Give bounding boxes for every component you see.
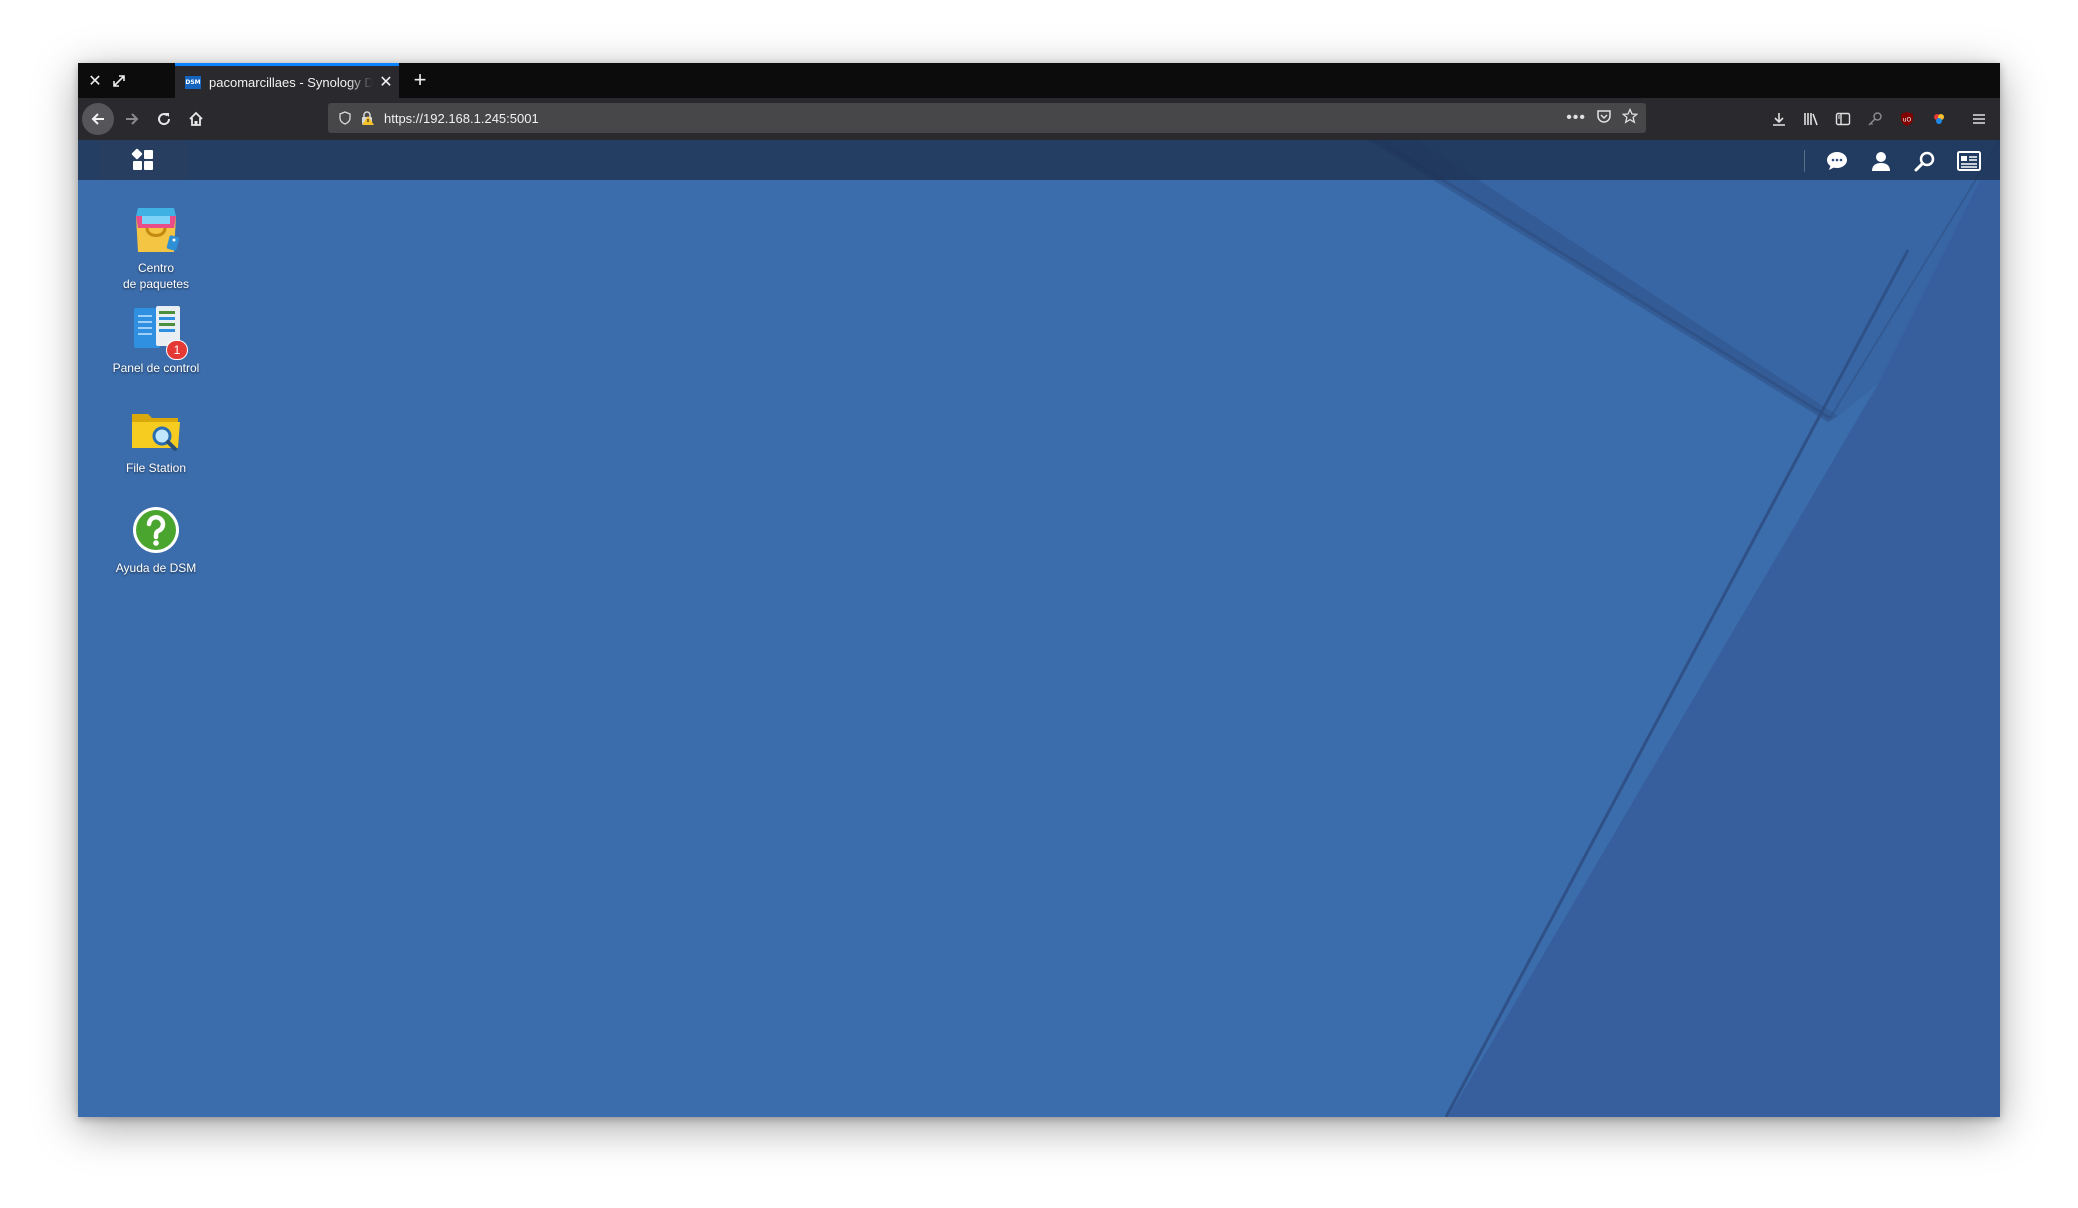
wallpaper bbox=[78, 140, 2000, 1117]
desktop-icon-file-station[interactable]: File Station bbox=[96, 402, 216, 476]
dsm-taskbar bbox=[78, 140, 2000, 180]
search-icon[interactable] bbox=[1910, 146, 1940, 176]
dsm-favicon-icon: DSM bbox=[185, 75, 201, 89]
url-bar[interactable]: https://192.168.1.245:5001 ••• bbox=[328, 103, 1646, 133]
new-tab-plus-icon[interactable]: + bbox=[405, 65, 435, 95]
package-center-icon bbox=[128, 202, 184, 258]
library-icon[interactable] bbox=[1800, 108, 1822, 130]
bookmark-star-icon[interactable] bbox=[1621, 107, 1639, 129]
hamburger-menu-icon[interactable] bbox=[1968, 108, 1990, 130]
tab-strip: ✕ DSM pacomarcillaes - Synology DiskStat… bbox=[78, 63, 2000, 98]
forward-arrow-icon[interactable] bbox=[116, 103, 148, 135]
main-menu-grid-icon[interactable] bbox=[98, 140, 188, 180]
tab-active[interactable]: DSM pacomarcillaes - Synology DiskStatio… bbox=[175, 63, 399, 98]
back-arrow-icon[interactable] bbox=[82, 103, 114, 135]
notification-badge: 1 bbox=[166, 340, 188, 360]
desktop-icon-label: Ayuda de DSM bbox=[115, 561, 197, 575]
widgets-panel-icon[interactable] bbox=[1954, 146, 1984, 176]
window-maximize-icon[interactable] bbox=[106, 68, 132, 94]
desktop-icon-control-panel[interactable]: 1 Panel de control bbox=[96, 302, 216, 376]
browser-window: ✕ DSM pacomarcillaes - Synology DiskStat… bbox=[78, 63, 2000, 1117]
desktop-icon-label: Centro de paquetes bbox=[122, 261, 190, 291]
desktop-icon-package-center[interactable]: Centro de paquetes bbox=[96, 202, 216, 292]
page-actions-dots-icon[interactable]: ••• bbox=[1566, 109, 1586, 127]
file-station-icon bbox=[128, 402, 184, 458]
desktop-icon-dsm-help[interactable]: Ayuda de DSM bbox=[96, 502, 216, 576]
downloads-icon[interactable] bbox=[1768, 108, 1790, 130]
chat-bubble-icon[interactable] bbox=[1822, 146, 1852, 176]
pocket-icon[interactable] bbox=[1596, 108, 1612, 129]
window-close-icon[interactable]: ✕ bbox=[82, 68, 108, 94]
sidebar-icon[interactable] bbox=[1832, 108, 1854, 130]
tracking-shield-icon[interactable] bbox=[334, 107, 356, 129]
taskbar-divider bbox=[1804, 150, 1805, 172]
reload-icon[interactable] bbox=[148, 103, 180, 135]
user-icon[interactable] bbox=[1866, 146, 1896, 176]
desktop-icon-label: File Station bbox=[125, 461, 187, 475]
navigation-toolbar: https://192.168.1.245:5001 ••• uO bbox=[78, 98, 2000, 141]
key-icon[interactable] bbox=[1864, 108, 1886, 130]
insecure-lock-icon[interactable] bbox=[356, 107, 378, 129]
dsm-desktop: Centro de paquetes 1 Panel de control Fi… bbox=[78, 140, 2000, 1117]
extension-colorful-icon[interactable] bbox=[1928, 108, 1950, 130]
svg-text:uO: uO bbox=[1903, 117, 1912, 124]
dsm-help-icon bbox=[128, 502, 184, 558]
desktop-icon-label: Panel de control bbox=[112, 361, 200, 375]
ublock-origin-icon[interactable]: uO bbox=[1896, 108, 1918, 130]
control-panel-icon: 1 bbox=[128, 302, 188, 360]
home-icon[interactable] bbox=[180, 103, 212, 135]
url-text[interactable]: https://192.168.1.245:5001 bbox=[384, 111, 1566, 126]
tab-close-icon[interactable]: ✕ bbox=[377, 72, 395, 92]
tab-title: pacomarcillaes - Synology DiskStation bbox=[209, 74, 373, 90]
